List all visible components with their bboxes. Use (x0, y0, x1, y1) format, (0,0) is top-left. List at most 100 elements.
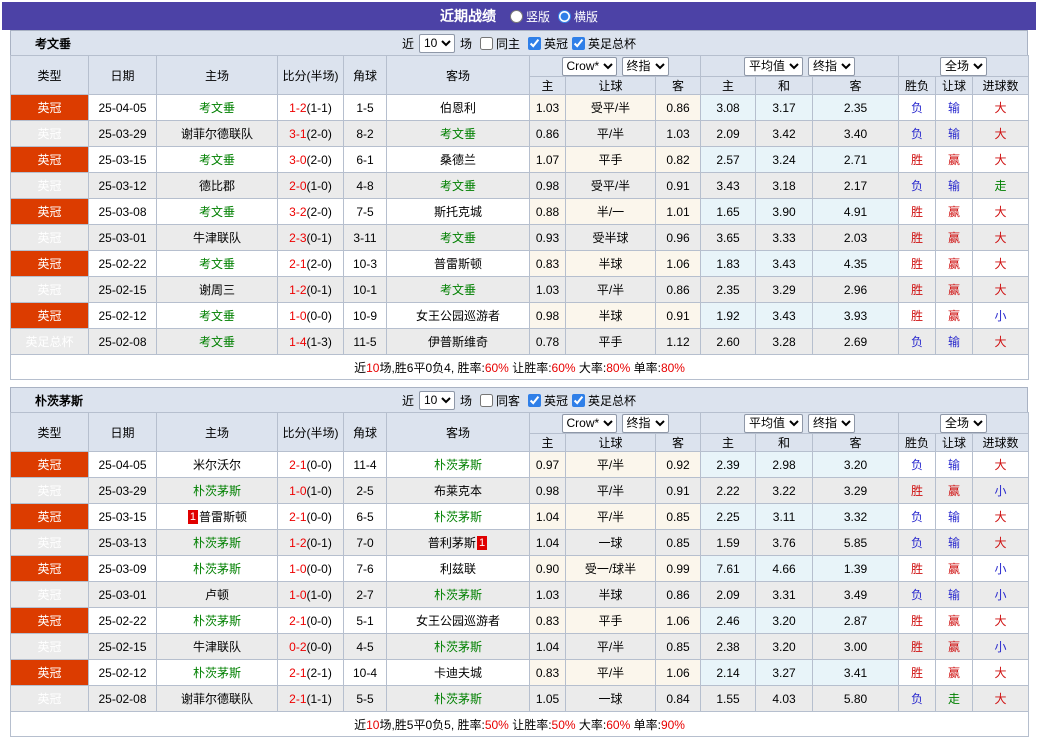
col-score: 比分(半场) (277, 55, 344, 95)
recent-count-select[interactable]: 10 (418, 390, 455, 410)
goals-cell: 大 (972, 276, 1030, 303)
vertical-radio[interactable] (509, 9, 523, 23)
home-team-cell: 谢菲尔德联队 (156, 685, 278, 712)
date-cell: 25-02-12 (88, 659, 157, 686)
result-cell: 胜 (898, 607, 937, 634)
col-type: 类型 (10, 55, 89, 95)
avg-home-odds: 1.59 (700, 529, 757, 556)
date-cell: 25-03-13 (88, 529, 157, 556)
home-team-cell: 谢周三 (156, 276, 278, 303)
bookmaker-select[interactable]: Crow* (561, 413, 617, 433)
summary-text: 场,胜6平0负4, 胜率: (379, 360, 485, 375)
same-venue-checkbox[interactable] (479, 393, 493, 407)
crown-home-odds: 0.90 (529, 555, 566, 582)
avg-home-odds: 2.25 (700, 503, 757, 530)
layout-option-vertical[interactable]: 竖版 (509, 8, 550, 25)
fulltime-select[interactable]: 全场 (940, 56, 988, 76)
match-row: 英冠 25-04-05 考文垂 1-2(1-1) 1-5 伯恩利 1.03 受平/半 0.86 3… (10, 94, 1030, 121)
fulltime-score: 1-2 (289, 100, 307, 115)
result-cell: 胜 (898, 477, 937, 504)
away-team-name: 朴茨茅斯 (433, 458, 482, 472)
avg-home-odds: 3.65 (700, 224, 757, 251)
avg-draw-odds: 4.66 (755, 555, 814, 582)
score-cell: 1-2(0-1) (277, 529, 344, 556)
cup-filter-checkbox[interactable] (572, 36, 586, 50)
bookmaker-select[interactable]: Crow* (561, 56, 617, 76)
goals-cell: 大 (972, 659, 1030, 686)
avg-away-odds: 5.80 (812, 685, 900, 712)
score-cell: 1-4(1-3) (277, 328, 344, 355)
cup-filter-checkbox[interactable] (572, 393, 586, 407)
match-row: 英冠 25-03-15 1 普雷斯顿 2-1(0-0) 6-5 朴茨茅斯 1.04 平/半 0.8… (10, 503, 1030, 530)
result-cell: 胜 (898, 224, 937, 251)
halftime-score: (2-0) (306, 204, 332, 219)
odds-stage-select[interactable]: 终指 (621, 56, 669, 76)
league-filter-checkbox[interactable] (528, 393, 541, 407)
recent-count-select[interactable]: 10 (418, 33, 455, 53)
home-team-cell: 德比郡 (156, 172, 278, 199)
league-type-cell: 英冠 (10, 685, 89, 712)
date-cell: 25-02-15 (88, 276, 157, 303)
fulltime-select[interactable]: 全场 (940, 413, 988, 433)
corner-cell: 6-1 (343, 146, 387, 173)
crown-away-odds: 0.86 (654, 581, 702, 608)
odds-stage-select-2[interactable]: 终指 (808, 56, 856, 76)
goals-cell: 大 (972, 685, 1030, 712)
home-team-cell: 米尔沃尔 (156, 451, 278, 478)
halftime-score: (1-1) (306, 100, 332, 115)
page-title: 近期战绩 (439, 8, 496, 24)
halftime-score: (1-3) (306, 334, 332, 349)
score-cell: 3-1(2-0) (277, 120, 344, 147)
away-team-name: 普雷斯顿 (433, 257, 482, 271)
team-section-portsmouth: 近 10 场 同客 英冠 英足总杯 朴茨茅斯 类型 日期 主场 比分(半场) 角… (9, 387, 1030, 737)
home-team-name: 朴茨茅斯 (192, 536, 241, 550)
avg-draw-odds: 3.43 (755, 302, 814, 329)
result-cell: 胜 (898, 146, 937, 173)
avg-draw-odds: 3.18 (755, 172, 814, 199)
same-venue-checkbox[interactable] (479, 36, 493, 50)
score-cell: 2-1(1-1) (277, 685, 344, 712)
home-team-name: 德比郡 (198, 179, 235, 193)
league-type-cell: 英足总杯 (10, 328, 89, 355)
home-team-cell: 朴茨茅斯 (156, 477, 278, 504)
halftime-score: (0-0) (306, 613, 332, 628)
home-team-name: 谢菲尔德联队 (180, 692, 253, 706)
avg-home-odds: 2.14 (700, 659, 757, 686)
col-away: 客场 (386, 412, 530, 452)
match-row: 英冠 25-03-13 朴茨茅斯 1-2(0-1) 7-0 普利茅斯 1 1.04 一球 0.85… (10, 529, 1030, 556)
crown-handicap: 半球 (565, 581, 656, 608)
goals-cell: 小 (972, 302, 1030, 329)
away-team-name: 考文垂 (439, 231, 476, 245)
away-team-name: 伯恩利 (439, 101, 476, 115)
corner-cell: 3-11 (343, 224, 387, 251)
result-cell: 胜 (898, 198, 937, 225)
league-filter-checkbox[interactable] (528, 36, 541, 50)
filter-bar: 近 10 场 同主 英冠 英足总杯 (11, 31, 1027, 55)
crown-home-odds: 1.07 (529, 146, 566, 173)
result-cell: 负 (898, 581, 937, 608)
corner-cell: 2-7 (343, 581, 387, 608)
average-select[interactable]: 平均值 (744, 56, 804, 76)
layout-option-horizontal[interactable]: 横版 (558, 8, 598, 25)
away-team-cell: 伯恩利 (386, 94, 530, 121)
corner-cell: 10-9 (343, 302, 387, 329)
handicap-result-cell: 赢 (935, 302, 974, 329)
league-type-cell: 英冠 (10, 633, 89, 660)
odds-stage-select-2[interactable]: 终指 (808, 413, 856, 433)
date-cell: 25-02-12 (88, 302, 157, 329)
odds-stage-select[interactable]: 终指 (621, 413, 669, 433)
league-filter-label: 英冠 (544, 393, 569, 408)
crown-away-odds: 1.12 (654, 328, 702, 355)
summary-text: 80% (660, 360, 685, 375)
goals-cell: 大 (972, 120, 1030, 147)
corner-cell: 6-5 (343, 503, 387, 530)
corner-cell: 11-5 (343, 328, 387, 355)
summary-text: 50% (484, 717, 509, 732)
away-team-cell: 朴茨茅斯 (386, 685, 530, 712)
crown-handicap: 平手 (565, 607, 656, 634)
horizontal-radio[interactable] (558, 9, 571, 23)
corner-cell: 7-5 (343, 198, 387, 225)
average-select[interactable]: 平均值 (744, 413, 804, 433)
result-cell: 胜 (898, 659, 937, 686)
league-type-cell: 英冠 (10, 477, 89, 504)
